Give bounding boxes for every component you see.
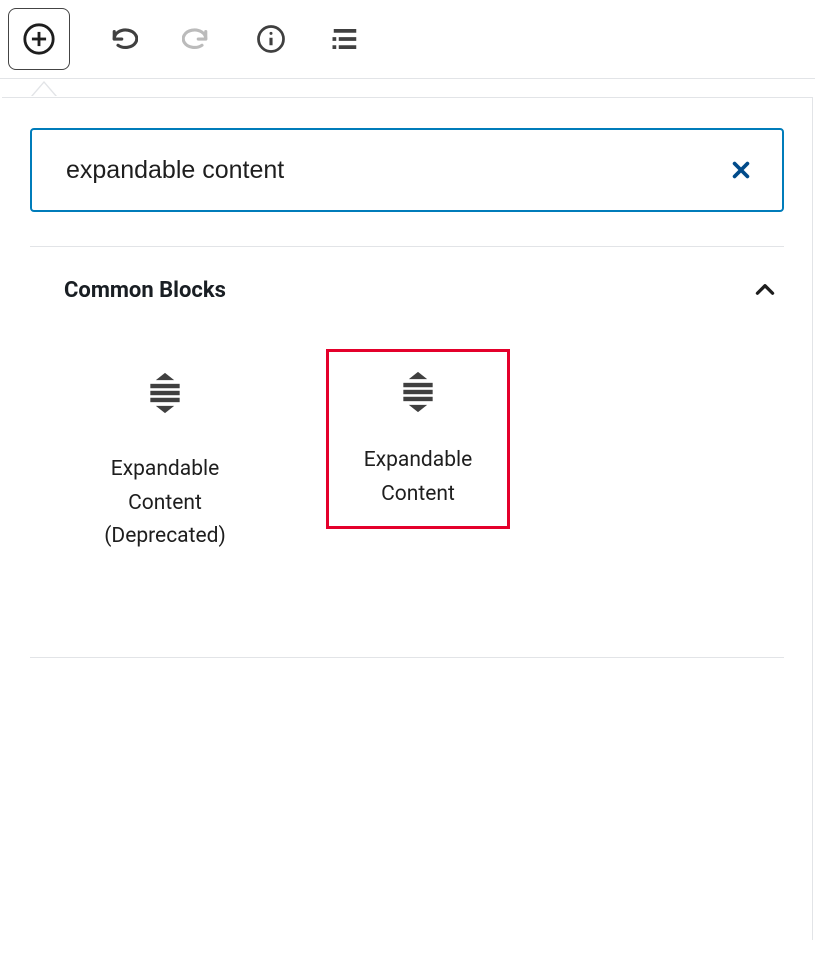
clear-search-button[interactable] <box>726 155 756 185</box>
info-icon <box>256 24 286 54</box>
block-label: Expandable Content (Deprecated) <box>75 453 255 554</box>
section-header-common-blocks[interactable]: Common Blocks <box>30 247 784 325</box>
undo-icon <box>108 24 138 54</box>
chevron-up-icon <box>752 277 778 303</box>
expandable-content-icon <box>396 370 440 414</box>
redo-button <box>182 24 212 54</box>
expandable-content-icon <box>143 371 187 415</box>
plus-circle-icon <box>22 22 56 56</box>
editor-toolbar <box>0 0 815 79</box>
info-button[interactable] <box>256 24 286 54</box>
search-box <box>30 128 784 212</box>
close-icon <box>730 159 752 181</box>
add-block-button[interactable] <box>8 8 70 70</box>
section-title: Common Blocks <box>64 278 226 303</box>
undo-button[interactable] <box>108 24 138 54</box>
blocks-list: Expandable Content (Deprecated) Expandab… <box>30 325 784 623</box>
toolbar-icon-group <box>108 24 360 54</box>
outline-button[interactable] <box>330 24 360 54</box>
block-label: Expandable Content <box>329 444 507 511</box>
section-divider <box>30 657 784 658</box>
block-inserter-panel: Common Blocks <box>2 97 813 940</box>
block-item-expandable-content[interactable]: Expandable Content <box>326 349 510 529</box>
redo-icon <box>182 24 212 54</box>
block-item-expandable-content-deprecated[interactable]: Expandable Content (Deprecated) <box>50 349 280 573</box>
popover-arrow <box>32 83 56 97</box>
search-input[interactable] <box>64 155 726 186</box>
outline-icon <box>330 26 360 52</box>
